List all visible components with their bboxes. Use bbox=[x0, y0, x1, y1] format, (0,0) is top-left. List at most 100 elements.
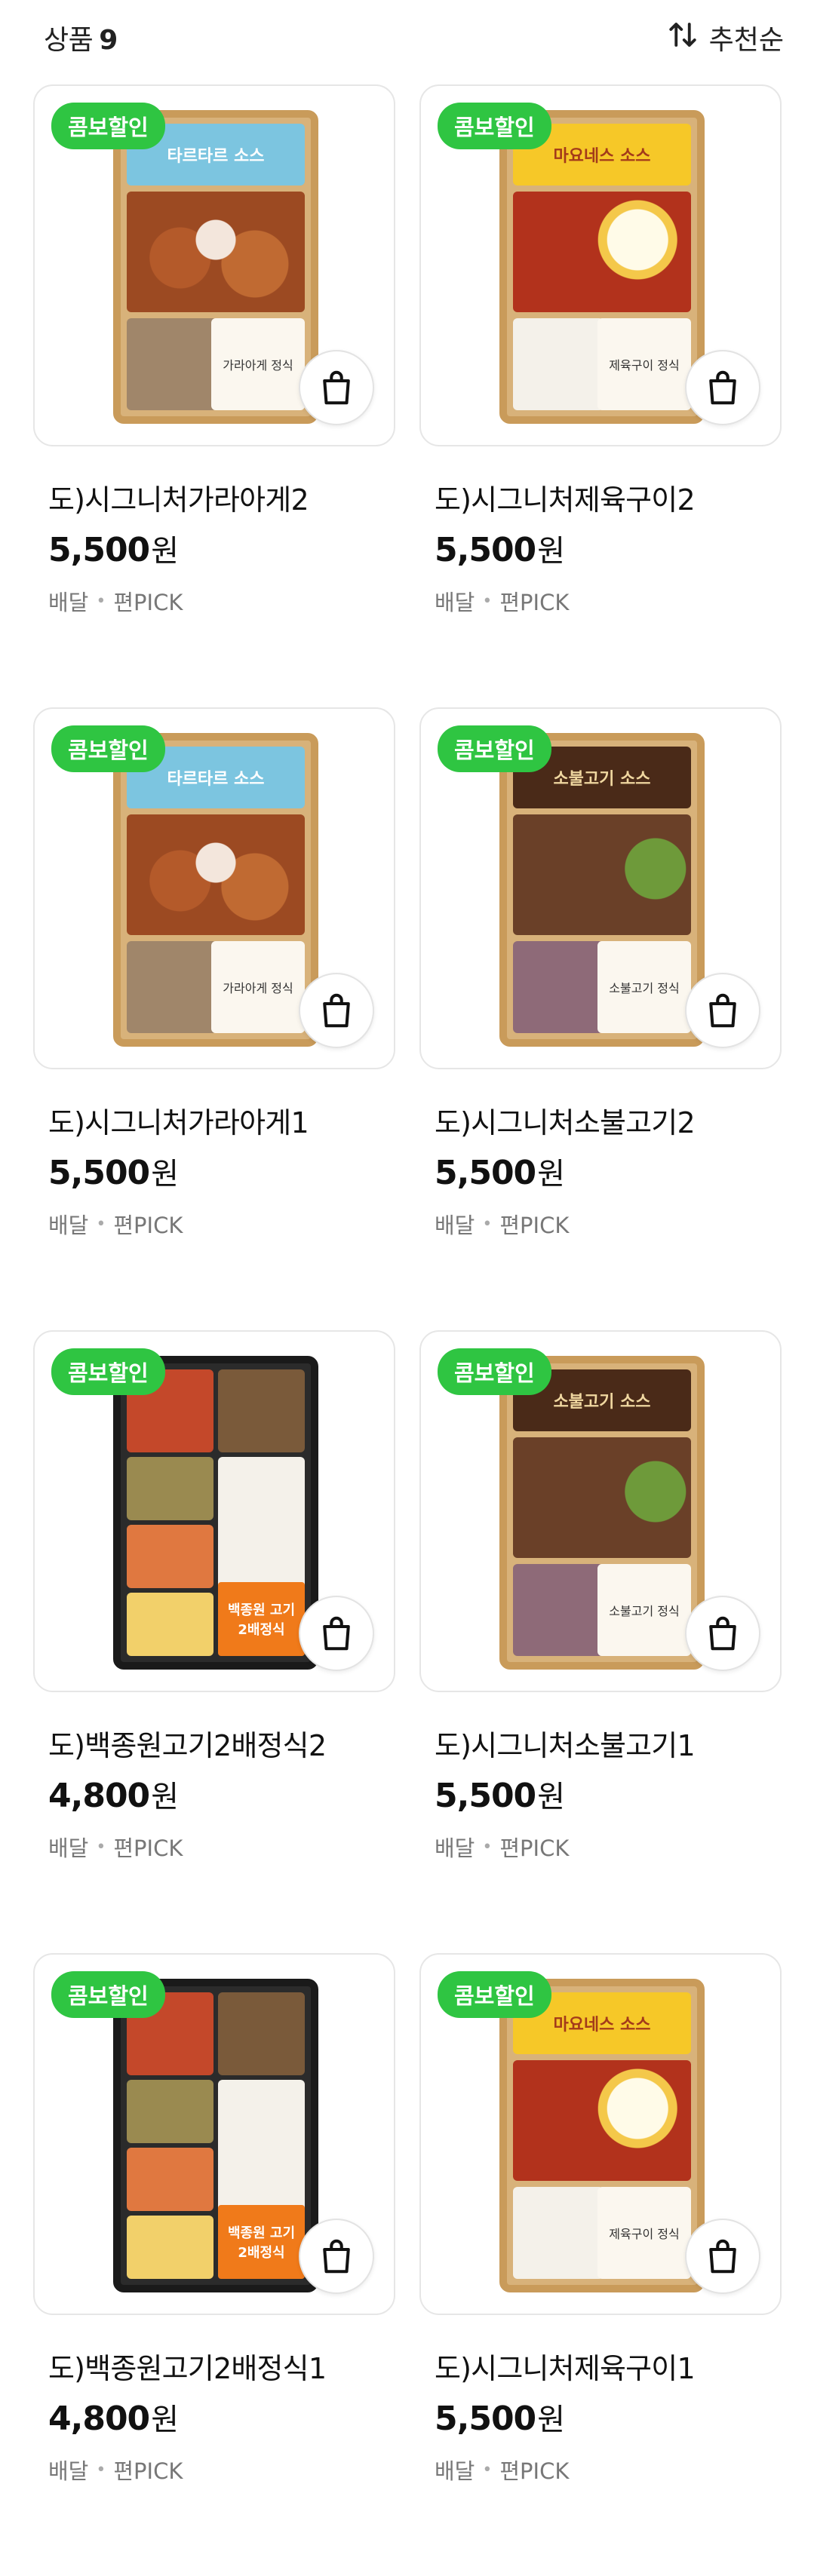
product-image[interactable]: 콤보할인 백종원 고기 2배정식 bbox=[33, 1953, 395, 2315]
product-price: 4,800원 bbox=[48, 1772, 179, 1816]
separator-dot: • bbox=[96, 2460, 106, 2479]
product-image[interactable]: 콤보할인 마요네스 소스 제육구이 정식 bbox=[419, 84, 782, 446]
side-dish bbox=[127, 1457, 213, 1520]
lunchbox-illustration: 마요네스 소스 제육구이 정식 bbox=[499, 1979, 705, 2292]
shopping-bag-icon bbox=[709, 370, 736, 405]
product-name[interactable]: 도)백종원고기2배정식1 bbox=[48, 2345, 327, 2387]
rice bbox=[513, 1564, 604, 1656]
product-price: 5,500원 bbox=[48, 1149, 179, 1193]
product-card[interactable]: 콤보할인 타르타르 소스 가라아게 정식 도)시그니처가라아게2 5,500원 … bbox=[33, 84, 395, 707]
sort-arrows-icon bbox=[667, 19, 699, 57]
product-image[interactable]: 콤보할인 소불고기 소스 소불고기 정식 bbox=[419, 707, 782, 1069]
main-dish bbox=[127, 814, 305, 935]
separator-dot: • bbox=[482, 591, 493, 611]
product-price: 5,500원 bbox=[435, 1772, 565, 1816]
add-to-cart-button[interactable] bbox=[685, 350, 760, 425]
tag-pick: 편PICK bbox=[499, 2458, 570, 2484]
side-dishes bbox=[127, 1457, 213, 1656]
product-card[interactable]: 콤보할인 타르타르 소스 가라아게 정식 도)시그니처가라아게1 5,500원 … bbox=[33, 707, 395, 1330]
rice bbox=[127, 941, 217, 1033]
product-tags: 배달 • 편PICK bbox=[435, 2454, 569, 2486]
side-dish bbox=[127, 2080, 213, 2143]
product-price: 5,500원 bbox=[48, 526, 179, 570]
rice: 백종원 고기 2배정식 bbox=[218, 2080, 305, 2279]
rice bbox=[513, 318, 604, 410]
lunchbox-illustration: 백종원 고기 2배정식 bbox=[113, 1979, 318, 2292]
side-dish bbox=[127, 2216, 213, 2279]
add-to-cart-button[interactable] bbox=[299, 1596, 374, 1671]
product-price: 5,500원 bbox=[435, 526, 565, 570]
currency-unit: 원 bbox=[151, 534, 179, 569]
main-dish bbox=[127, 192, 305, 312]
product-image[interactable]: 콤보할인 타르타르 소스 가라아게 정식 bbox=[33, 707, 395, 1069]
product-card[interactable]: 콤보할인 소불고기 소스 소불고기 정식 도)시그니처소불고기2 5,500원 … bbox=[419, 707, 782, 1330]
tag-delivery: 배달 bbox=[48, 2458, 89, 2484]
rice: 백종원 고기 2배정식 bbox=[218, 1457, 305, 1656]
box-label: 가라아게 정식 bbox=[211, 941, 305, 1033]
rice bbox=[127, 318, 217, 410]
add-to-cart-button[interactable] bbox=[685, 1596, 760, 1671]
product-price: 4,800원 bbox=[48, 2395, 179, 2439]
product-name[interactable]: 도)시그니처가라아게2 bbox=[48, 477, 309, 518]
tag-pick: 편PICK bbox=[113, 1835, 183, 1861]
side-dishes bbox=[127, 2080, 213, 2279]
product-name[interactable]: 도)시그니처제육구이2 bbox=[435, 477, 696, 518]
combo-discount-badge: 콤보할인 bbox=[51, 1971, 165, 2018]
combo-discount-badge: 콤보할인 bbox=[51, 1348, 165, 1395]
add-to-cart-button[interactable] bbox=[299, 350, 374, 425]
add-to-cart-button[interactable] bbox=[685, 2219, 760, 2294]
lunchbox-illustration: 백종원 고기 2배정식 bbox=[113, 1356, 318, 1670]
product-count-value: 9 bbox=[99, 25, 118, 56]
product-name[interactable]: 도)시그니처소불고기2 bbox=[435, 1099, 696, 1141]
shopping-bag-icon bbox=[323, 370, 350, 405]
side-dish bbox=[127, 1593, 213, 1656]
separator-dot: • bbox=[482, 1837, 493, 1857]
product-name[interactable]: 도)시그니처가라아게1 bbox=[48, 1099, 309, 1141]
shopping-bag-icon bbox=[323, 2239, 350, 2274]
tag-pick: 편PICK bbox=[499, 1835, 570, 1861]
box-label: 소불고기 정식 bbox=[597, 941, 691, 1033]
product-name[interactable]: 도)백종원고기2배정식2 bbox=[48, 1722, 327, 1764]
box-label: 가라아게 정식 bbox=[211, 318, 305, 410]
product-count-label: 상품 bbox=[44, 25, 94, 56]
separator-dot: • bbox=[96, 1837, 106, 1857]
sort-label: 추천순 bbox=[708, 25, 784, 56]
shopping-bag-icon bbox=[709, 993, 736, 1028]
separator-dot: • bbox=[96, 591, 106, 611]
box-label: 제육구이 정식 bbox=[597, 318, 691, 410]
sort-button[interactable]: 추천순 bbox=[667, 18, 784, 57]
tag-delivery: 배달 bbox=[435, 590, 475, 615]
shopping-bag-icon bbox=[709, 2239, 736, 2274]
product-card[interactable]: 콤보할인 소불고기 소스 소불고기 정식 도)시그니처소불고기1 5,500원 … bbox=[419, 1330, 782, 1953]
product-card[interactable]: 콤보할인 백종원 고기 2배정식 도) bbox=[33, 1330, 395, 1953]
product-name[interactable]: 도)시그니처제육구이1 bbox=[435, 2345, 696, 2387]
product-tags: 배달 • 편PICK bbox=[435, 1208, 569, 1240]
add-to-cart-button[interactable] bbox=[299, 2219, 374, 2294]
tag-pick: 편PICK bbox=[113, 590, 183, 615]
product-card[interactable]: 콤보할인 마요네스 소스 제육구이 정식 도)시그니처제육구이1 5,500원 … bbox=[419, 1953, 782, 2576]
combo-discount-badge: 콤보할인 bbox=[51, 103, 165, 149]
separator-dot: • bbox=[482, 1214, 493, 1234]
product-name[interactable]: 도)시그니처소불고기1 bbox=[435, 1722, 696, 1764]
add-to-cart-button[interactable] bbox=[685, 973, 760, 1048]
grilled-pork bbox=[218, 1369, 305, 1452]
price-value: 5,500 bbox=[435, 531, 536, 569]
product-image[interactable]: 콤보할인 백종원 고기 2배정식 bbox=[33, 1330, 395, 1692]
main-dish bbox=[513, 192, 691, 312]
list-header: 상품 9 추천순 bbox=[0, 0, 814, 75]
side-dish bbox=[127, 2148, 213, 2211]
product-card[interactable]: 콤보할인 백종원 고기 2배정식 도) bbox=[33, 1953, 395, 2576]
product-image[interactable]: 콤보할인 소불고기 소스 소불고기 정식 bbox=[419, 1330, 782, 1692]
product-image[interactable]: 콤보할인 마요네스 소스 제육구이 정식 bbox=[419, 1953, 782, 2315]
price-value: 5,500 bbox=[435, 1777, 536, 1815]
product-image[interactable]: 콤보할인 타르타르 소스 가라아게 정식 bbox=[33, 84, 395, 446]
lunchbox-illustration: 마요네스 소스 제육구이 정식 bbox=[499, 110, 705, 424]
currency-unit: 원 bbox=[151, 1157, 179, 1191]
tag-delivery: 배달 bbox=[48, 1835, 89, 1861]
shopping-bag-icon bbox=[323, 993, 350, 1028]
add-to-cart-button[interactable] bbox=[299, 973, 374, 1048]
lunchbox-compartments: 백종원 고기 2배정식 bbox=[127, 1992, 305, 2279]
currency-unit: 원 bbox=[151, 1780, 179, 1814]
product-card[interactable]: 콤보할인 마요네스 소스 제육구이 정식 도)시그니처제육구이2 5,500원 … bbox=[419, 84, 782, 707]
tag-pick: 편PICK bbox=[499, 590, 570, 615]
